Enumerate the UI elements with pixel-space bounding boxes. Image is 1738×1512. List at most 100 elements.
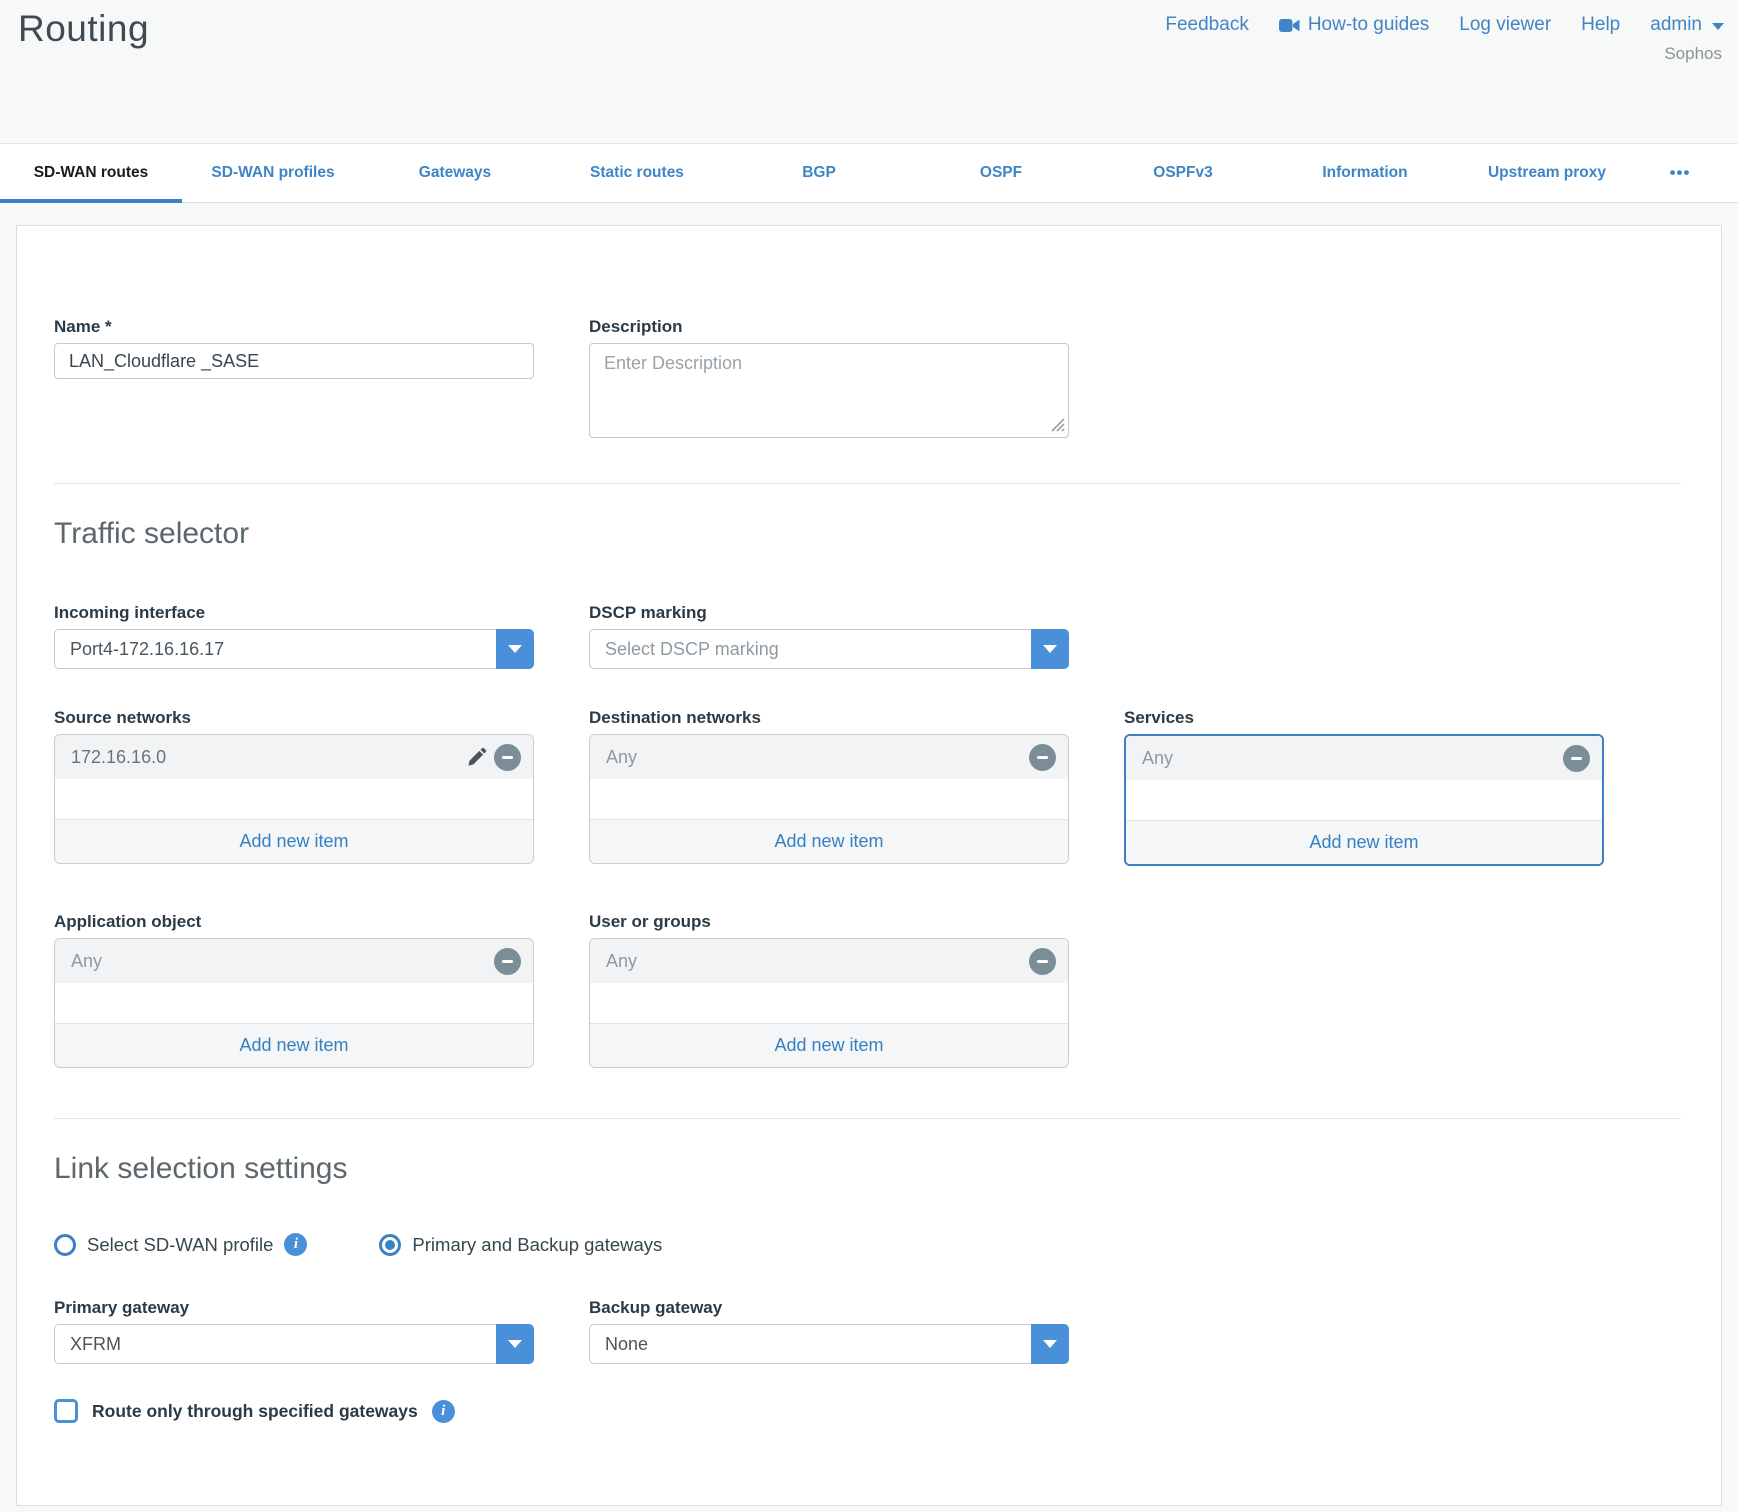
remove-icon[interactable] [494,948,521,975]
radio-label: Primary and Backup gateways [412,1234,662,1256]
route-only-row: Route only through specified gateways [54,1399,1681,1423]
incoming-interface-group: Incoming interface Port4-172.16.16.17 [54,602,534,669]
user-or-groups-label: User or groups [589,911,1069,932]
dscp-marking-placeholder: Select DSCP marking [590,639,779,660]
list-item: 172.16.16.0 [55,735,533,779]
add-new-item-button[interactable]: Add new item [590,1023,1068,1067]
list-item: Any [55,939,533,983]
name-field-group: Name * [54,316,534,379]
log-viewer-link[interactable]: Log viewer [1459,14,1551,36]
description-textarea[interactable] [589,343,1069,438]
primary-gateway-group: Primary gateway XFRM [54,1297,534,1364]
incoming-interface-value: Port4-172.16.16.17 [55,639,224,660]
application-object-group: Application object Any Add new item [54,911,534,1068]
route-only-checkbox[interactable] [54,1399,78,1423]
item-label: Any [1142,748,1563,769]
dscp-marking-select[interactable]: Select DSCP marking [589,629,1069,669]
destination-networks-box: Any Add new item [589,734,1069,864]
name-label: Name * [54,316,534,337]
primary-gateway-label: Primary gateway [54,1297,534,1318]
caret-down-icon [1712,23,1724,30]
feedback-link[interactable]: Feedback [1165,14,1248,36]
radio-select-sdwan-profile[interactable]: Select SD-WAN profile [54,1233,307,1256]
link-selection-heading: Link selection settings [54,1147,1681,1191]
info-icon[interactable] [432,1400,455,1423]
header-links: Feedback How-to guides Log viewer Help a… [1165,14,1724,36]
services-group: Services Any Add new item [1124,707,1609,866]
item-label: Any [606,951,1029,972]
traffic-selector-heading: Traffic selector [54,512,1681,556]
brand-label: Sophos [1664,44,1722,64]
sd-wan-route-form: Name * Description Traffic selector Inco… [16,225,1722,1506]
chevron-down-icon[interactable] [496,629,534,669]
user-menu[interactable]: admin [1650,14,1724,36]
remove-icon[interactable] [494,744,521,771]
howto-guides-link[interactable]: How-to guides [1279,14,1429,36]
item-label: Any [606,747,1029,768]
list-item: Any [590,939,1068,983]
user-or-groups-group: User or groups Any Add new item [589,911,1069,1068]
destination-networks-group: Destination networks Any Add new item [589,707,1069,864]
backup-gateway-label: Backup gateway [589,1297,1069,1318]
tab-bgp[interactable]: BGP [728,144,910,202]
primary-gateway-value: XFRM [55,1334,121,1355]
services-label: Services [1124,707,1609,728]
add-new-item-button[interactable]: Add new item [55,819,533,863]
section-divider [54,1118,1681,1119]
source-networks-label: Source networks [54,707,534,728]
primary-gateway-select[interactable]: XFRM [54,1324,534,1364]
radio-icon[interactable] [379,1234,401,1256]
add-new-item-button[interactable]: Add new item [590,819,1068,863]
list-item: Any [1126,736,1602,780]
listbox-empty-area [590,983,1068,1023]
listbox-empty-area [1126,780,1602,820]
help-link[interactable]: Help [1581,14,1620,36]
radio-icon[interactable] [54,1234,76,1256]
listbox-empty-area [55,779,533,819]
more-tabs-button[interactable]: ••• [1638,144,1722,202]
application-object-box: Any Add new item [54,938,534,1068]
remove-icon[interactable] [1029,744,1056,771]
tab-ospf[interactable]: OSPF [910,144,1092,202]
dscp-marking-label: DSCP marking [589,602,1069,623]
chevron-down-icon[interactable] [496,1324,534,1364]
route-only-label: Route only through specified gateways [92,1401,418,1422]
tab-sd-wan-profiles[interactable]: SD-WAN profiles [182,144,364,202]
page-header: Routing Feedback How-to guides Log viewe… [0,0,1738,143]
remove-icon[interactable] [1029,948,1056,975]
tab-sd-wan-routes[interactable]: SD-WAN routes [0,144,182,202]
list-item: Any [590,735,1068,779]
remove-icon[interactable] [1563,745,1590,772]
radio-primary-backup-gateways[interactable]: Primary and Backup gateways [379,1234,662,1256]
user-or-groups-box: Any Add new item [589,938,1069,1068]
tab-ospfv3[interactable]: OSPFv3 [1092,144,1274,202]
page-title: Routing [18,8,149,50]
item-label: Any [71,951,494,972]
tab-upstream-proxy[interactable]: Upstream proxy [1456,144,1638,202]
listbox-empty-area [590,779,1068,819]
incoming-interface-select[interactable]: Port4-172.16.16.17 [54,629,534,669]
backup-gateway-select[interactable]: None [589,1324,1069,1364]
item-label: 172.16.16.0 [71,747,467,768]
chevron-down-icon[interactable] [1031,629,1069,669]
radio-label: Select SD-WAN profile [87,1234,273,1256]
tab-information[interactable]: Information [1274,144,1456,202]
tab-static-routes[interactable]: Static routes [546,144,728,202]
info-icon[interactable] [284,1233,307,1256]
chevron-down-icon[interactable] [1031,1324,1069,1364]
add-new-item-button[interactable]: Add new item [55,1023,533,1067]
tab-gateways[interactable]: Gateways [364,144,546,202]
howto-guides-label: How-to guides [1308,14,1429,36]
user-menu-label: admin [1650,14,1702,36]
section-divider [54,483,1681,484]
link-selection-radios: Select SD-WAN profile Primary and Backup… [54,1233,1681,1256]
source-networks-box: 172.16.16.0 Add new item [54,734,534,864]
incoming-interface-label: Incoming interface [54,602,534,623]
source-networks-group: Source networks 172.16.16.0 Add new item [54,707,534,864]
services-box: Any Add new item [1124,734,1604,866]
application-object-label: Application object [54,911,534,932]
description-label: Description [589,316,1069,337]
add-new-item-button[interactable]: Add new item [1126,820,1602,864]
edit-icon[interactable] [467,747,487,767]
name-input[interactable] [54,343,534,379]
